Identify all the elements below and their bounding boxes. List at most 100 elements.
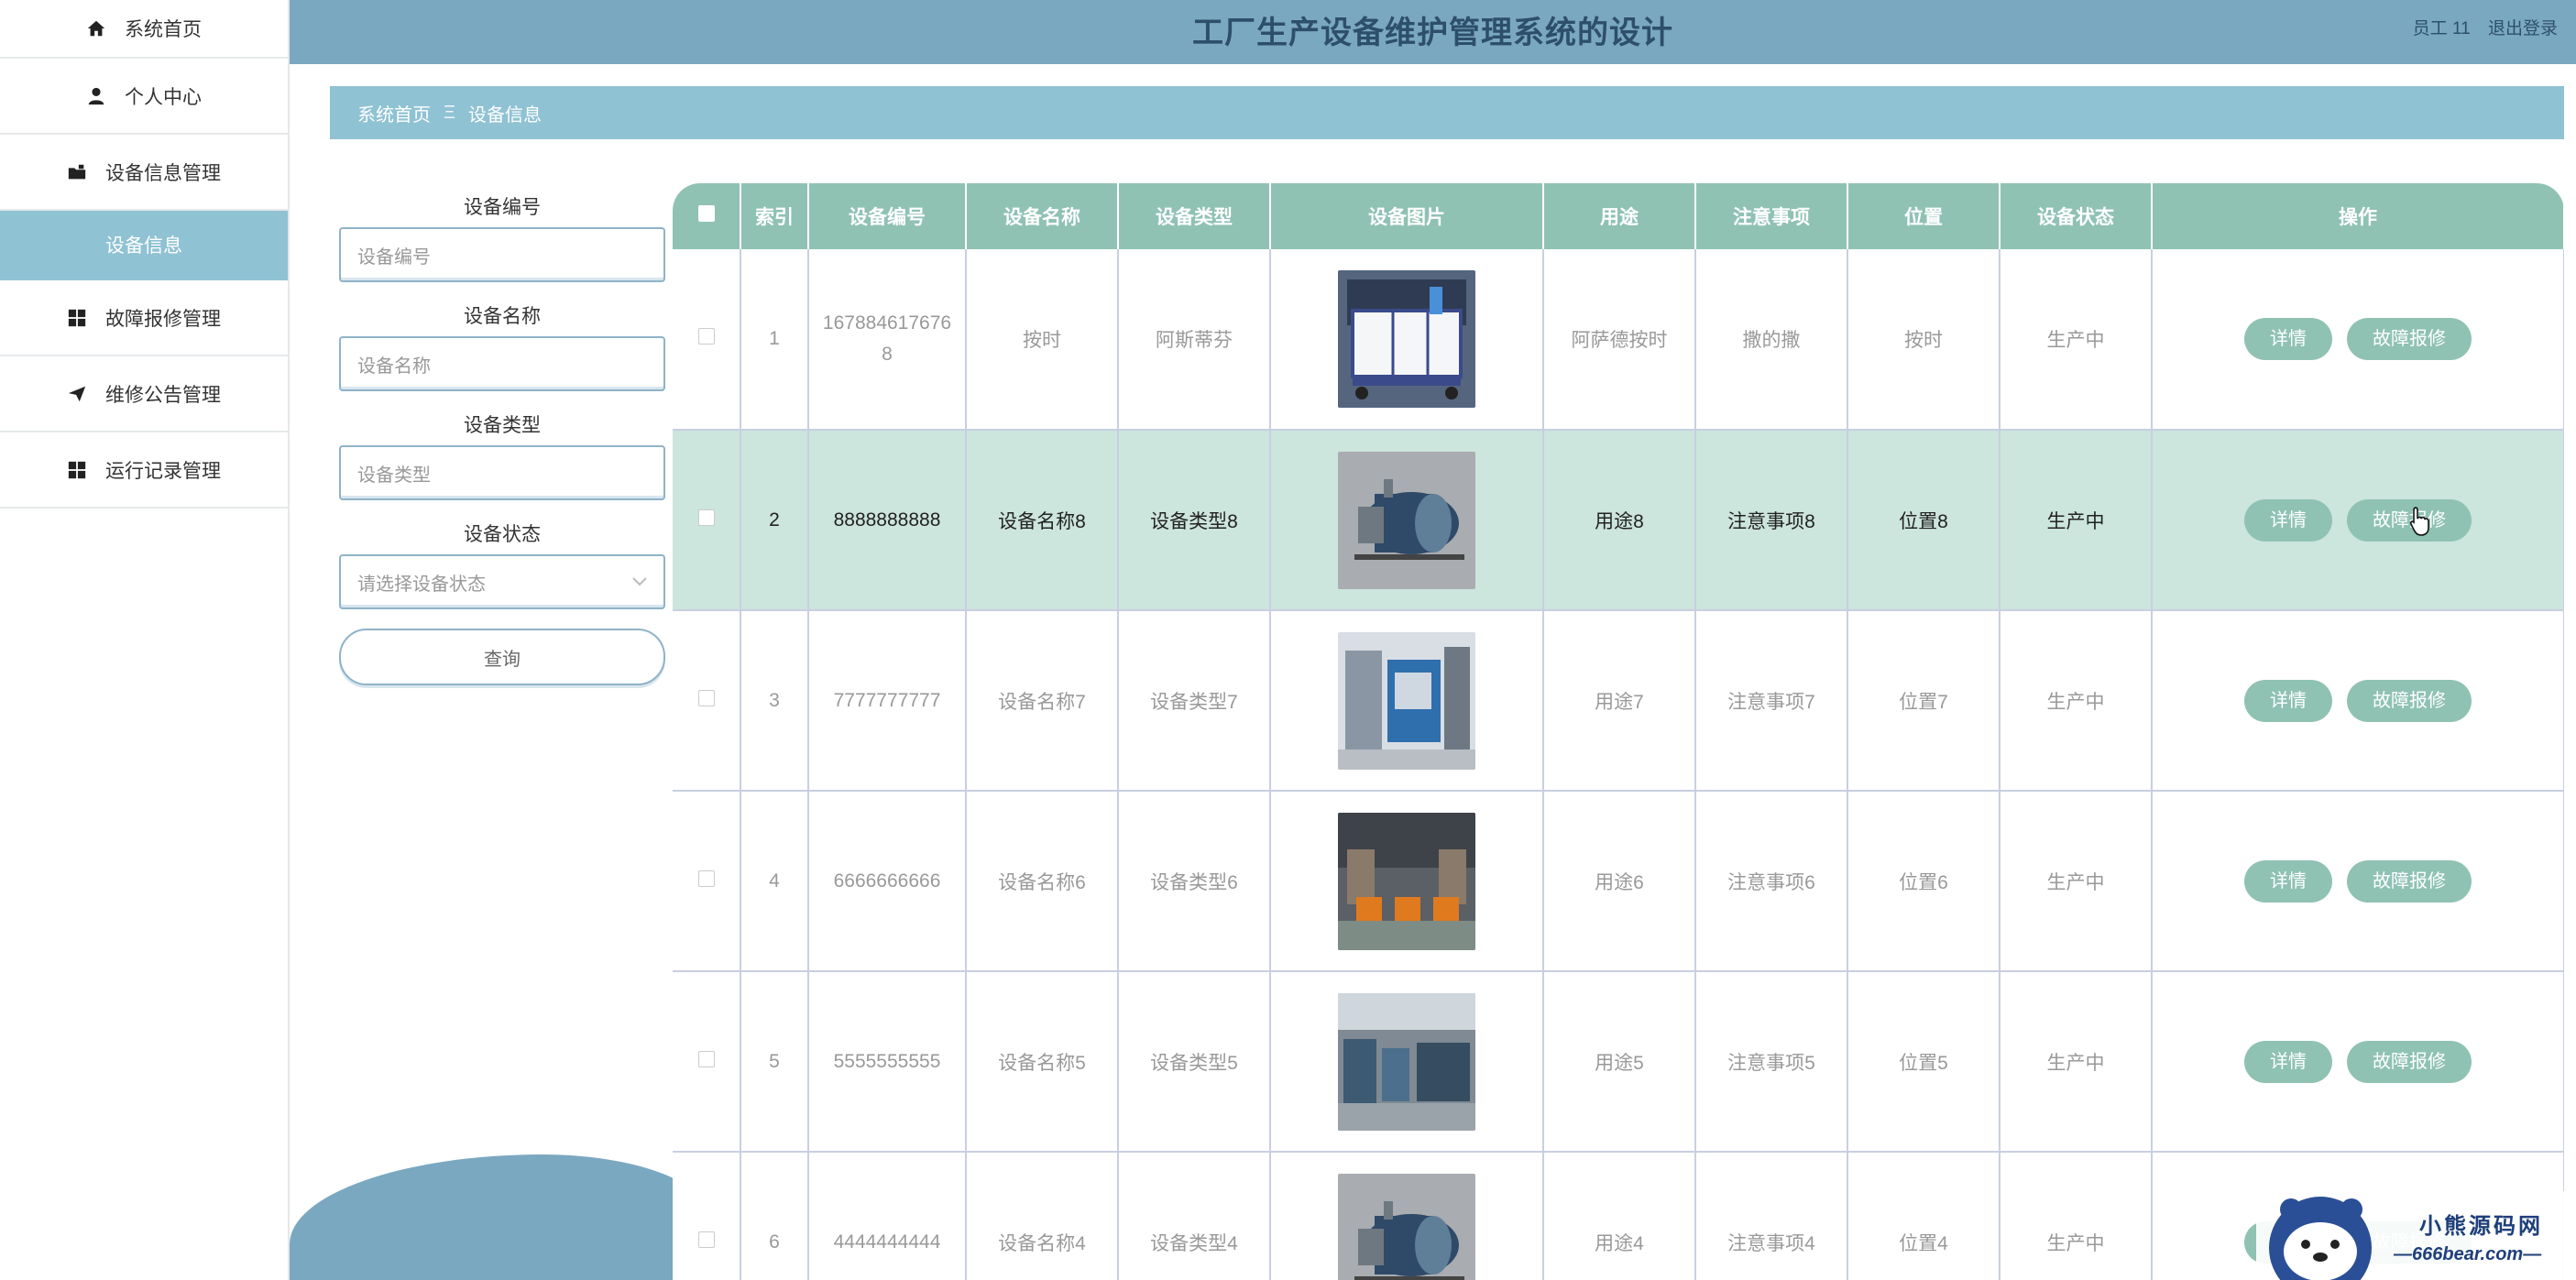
column-header: 注意事项 xyxy=(1695,183,1848,249)
name-input[interactable]: 设备名称 xyxy=(339,336,665,391)
status-placeholder: 请选择设备状态 xyxy=(357,574,486,595)
actions-cell: 详情故障报修 xyxy=(2152,791,2564,971)
status-cell: 生产中 xyxy=(2000,249,2153,430)
sidebar-item-fault-repair[interactable]: 故障报修管理 xyxy=(0,280,288,356)
type-input[interactable]: 设备类型 xyxy=(339,445,665,500)
status-cell: 生产中 xyxy=(2000,1152,2153,1280)
row-select-cell xyxy=(673,1152,741,1280)
code-label: 设备编号 xyxy=(464,197,541,218)
sidebar: 系统首页 个人中心 设备信息管理 设备信息 故障报修管理 维修公告管理 运行记录… xyxy=(0,0,290,1280)
username: 员工 11 xyxy=(2412,19,2471,38)
detail-button[interactable]: 详情 xyxy=(2244,679,2332,722)
sidebar-item-profile[interactable]: 个人中心 xyxy=(0,59,288,135)
code-input[interactable]: 设备编号 xyxy=(339,227,665,282)
location-cell: 按时 xyxy=(1847,249,2001,430)
table-row: 5 5555555555 设备名称5 设备类型5 用途5 注意事项5 位置5 生产中 详情 故障报… xyxy=(673,971,2564,1152)
column-header: 操作 xyxy=(2152,183,2564,249)
sidebar-item-label: 个人中心 xyxy=(125,86,202,108)
row-checkbox[interactable] xyxy=(697,870,715,887)
select-all-cell xyxy=(673,183,741,249)
code-cell: 5555555555 xyxy=(808,971,967,1152)
note-cell: 注意事项7 xyxy=(1695,610,1848,791)
folder-icon xyxy=(68,164,86,179)
use-cell: 阿萨德按时 xyxy=(1543,249,1696,430)
watermark: 小熊源码网 —666bear.com— xyxy=(2256,1191,2576,1280)
sidebar-item-equipment-manage[interactable]: 设备信息管理 xyxy=(0,135,288,211)
type-cell: 设备类型7 xyxy=(1118,610,1271,791)
detail-button[interactable]: 详情 xyxy=(2244,1040,2332,1083)
detail-button[interactable]: 详情 xyxy=(2244,859,2332,903)
grid-icon xyxy=(68,461,86,478)
table-header-row: 索引 设备编号 设备名称 设备类型 设备图片 用途 注意事项 位置 设备状态 操… xyxy=(673,183,2564,249)
page-title: 工厂生产设备维护管理系统的设计 xyxy=(1192,16,1673,50)
picture-cell xyxy=(1270,249,1544,430)
row-select-cell xyxy=(673,249,741,430)
location-cell: 位置6 xyxy=(1847,791,2001,971)
column-header: 用途 xyxy=(1543,183,1696,249)
equipment-image[interactable] xyxy=(1271,270,1542,408)
row-checkbox[interactable] xyxy=(697,509,715,526)
sidebar-item-equipment-info[interactable]: 设备信息 xyxy=(0,211,288,280)
type-cell: 阿斯蒂芬 xyxy=(1118,249,1271,430)
row-checkbox[interactable] xyxy=(697,1050,715,1067)
name-cell: 设备名称6 xyxy=(966,791,1119,971)
column-header: 设备编号 xyxy=(808,183,967,249)
equipment-image[interactable] xyxy=(1271,631,1542,770)
sidebar-item-run-log[interactable]: 运行记录管理 xyxy=(0,432,288,509)
equipment-image[interactable] xyxy=(1271,1173,1542,1280)
actions-cell: 详情故障报修 xyxy=(2152,971,2564,1152)
actions-cell: 详情故障报修 xyxy=(2152,249,2564,430)
query-button[interactable]: 查询 xyxy=(339,629,665,685)
column-header: 设备类型 xyxy=(1118,183,1271,249)
fault-repair-button[interactable]: 故障报修 xyxy=(2347,1040,2472,1083)
location-cell: 位置8 xyxy=(1847,430,2001,610)
detail-button[interactable]: 详情 xyxy=(2244,318,2332,360)
equipment-image[interactable] xyxy=(1271,451,1542,589)
name-label: 设备名称 xyxy=(464,306,541,327)
type-cell: 设备类型5 xyxy=(1118,971,1271,1152)
sidebar-item-label: 故障报修管理 xyxy=(105,308,221,330)
equipment-image[interactable] xyxy=(1271,812,1542,950)
note-cell: 注意事项8 xyxy=(1695,430,1848,610)
code-cell: 1678846176768 xyxy=(808,249,967,430)
column-header: 设备图片 xyxy=(1270,183,1544,249)
fault-repair-button[interactable]: 故障报修 xyxy=(2347,679,2472,722)
use-cell: 用途5 xyxy=(1543,971,1696,1152)
breadcrumb-current: 设备信息 xyxy=(468,104,542,126)
table-row: 1 1678846176768 按时 阿斯蒂芬 阿萨德按时 撒的撒 按时 生产中 详情 故障报修 xyxy=(673,249,2564,430)
type-cell: 设备类型4 xyxy=(1118,1152,1271,1280)
mouse-cursor-icon xyxy=(2409,507,2429,536)
name-cell: 按时 xyxy=(966,249,1119,430)
sidebar-item-label: 运行记录管理 xyxy=(105,460,221,482)
name-cell: 设备名称7 xyxy=(966,610,1119,791)
logout-link[interactable]: 退出登录 xyxy=(2488,19,2558,38)
fault-repair-button[interactable]: 故障报修 xyxy=(2347,318,2472,360)
name-cell: 设备名称5 xyxy=(966,971,1119,1152)
row-checkbox[interactable] xyxy=(697,328,715,345)
index-cell: 1 xyxy=(740,249,809,430)
picture-cell xyxy=(1270,1152,1544,1280)
sidebar-item-label: 设备信息管理 xyxy=(105,162,221,184)
actions-cell: 详情故障报修 xyxy=(2152,610,2564,791)
breadcrumb-home[interactable]: 系统首页 xyxy=(357,100,431,126)
status-select[interactable]: 请选择设备状态 xyxy=(339,554,665,609)
sidebar-item-home[interactable]: 系统首页 xyxy=(0,0,288,59)
table-row: 3 7777777777 设备名称7 设备类型7 用途7 注意事项7 位置7 生产中 详情 故障报… xyxy=(673,610,2564,791)
breadcrumb-separator: Ξ xyxy=(444,102,455,123)
row-checkbox[interactable] xyxy=(697,689,715,706)
name-cell: 设备名称8 xyxy=(966,430,1119,610)
row-checkbox[interactable] xyxy=(697,1231,715,1248)
location-cell: 位置5 xyxy=(1847,971,2001,1152)
note-cell: 注意事项4 xyxy=(1695,1152,1848,1280)
equipment-image[interactable] xyxy=(1271,992,1542,1131)
row-select-cell xyxy=(673,971,741,1152)
type-label: 设备类型 xyxy=(464,415,541,436)
fault-repair-button[interactable]: 故障报修 xyxy=(2347,859,2472,903)
sidebar-item-label: 系统首页 xyxy=(125,19,202,40)
use-cell: 用途8 xyxy=(1543,430,1696,610)
select-all-checkbox[interactable] xyxy=(697,205,715,222)
column-header: 索引 xyxy=(740,183,809,249)
sidebar-item-announcement[interactable]: 维修公告管理 xyxy=(0,356,288,432)
detail-button[interactable]: 详情 xyxy=(2244,498,2332,542)
note-cell: 撒的撒 xyxy=(1695,249,1848,430)
